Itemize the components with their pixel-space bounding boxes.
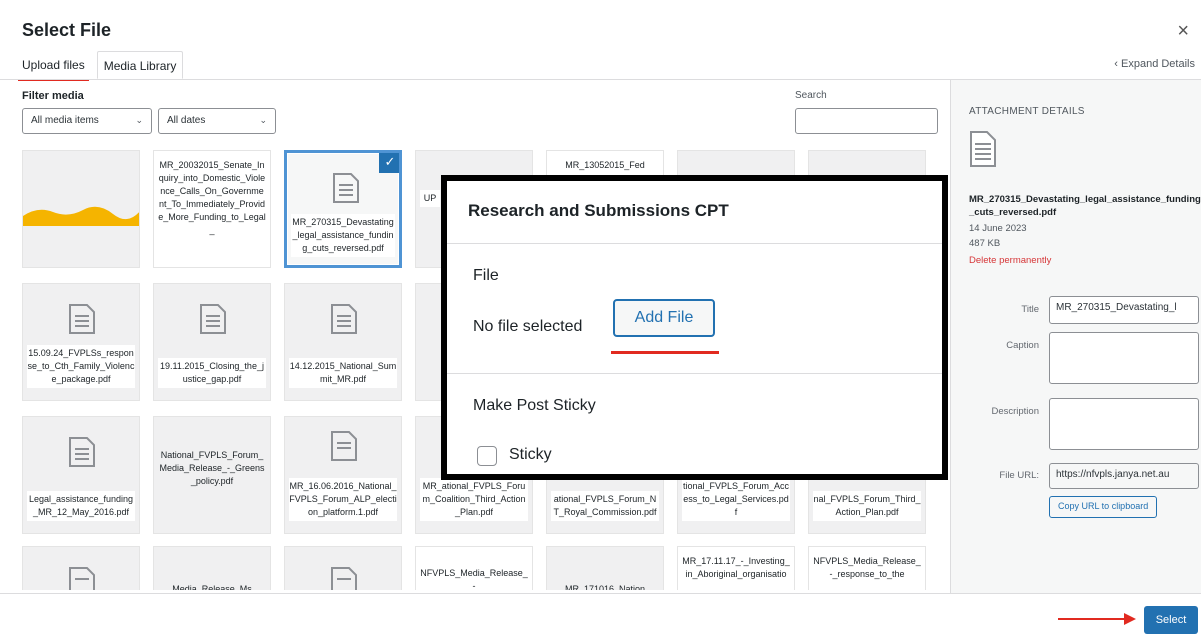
date-value: All dates [167, 115, 206, 126]
research-submissions-panel: Research and Submissions CPT File No fil… [441, 175, 948, 480]
title-label: Title [1021, 304, 1039, 315]
highlight-underline [611, 351, 719, 354]
media-item-filename: MR_16.06.2016_National_FVPLS_Forum_ALP_e… [289, 478, 397, 521]
search-input[interactable] [795, 108, 938, 134]
close-icon[interactable]: × [1177, 20, 1189, 43]
copy-url-button[interactable]: Copy URL to clipboard [1049, 496, 1158, 518]
arrow-annotation-icon [1058, 613, 1136, 625]
media-item-filename: MR_171016_Nation [564, 584, 646, 590]
description-label: Description [991, 406, 1039, 417]
file-section-label: File [473, 267, 499, 284]
document-icon [200, 304, 226, 334]
filter-media-label: Filter media [22, 90, 84, 102]
media-item-filename: ational_FVPLS_Forum_NT_Royal_Commission.… [551, 491, 659, 521]
media-item[interactable]: MR_17.11.17_-_Investing_in_Aboriginal_or… [677, 546, 795, 590]
no-file-selected-text: No file selected [473, 318, 583, 335]
media-item[interactable]: National_FVPLS_Forum_Media_Release_-_Gre… [153, 416, 271, 534]
panel-divider [447, 373, 942, 374]
media-item-filename: 14.12.2015_National_Summit_MR.pdf [289, 358, 397, 388]
title-field[interactable]: MR_270315_Devastating_l [1049, 296, 1199, 324]
media-item[interactable]: 14.12.2015_National_Summit_MR.pdf [284, 283, 402, 401]
chevron-down-icon: ⌄ [135, 115, 143, 125]
media-item[interactable]: MR_16.06.2016_National_FVPLS_Forum_ALP_e… [284, 416, 402, 534]
document-icon [69, 304, 95, 334]
media-item-filename: 19.11.2015_Closing_the_justice_gap.pdf [158, 358, 266, 388]
attachment-date: 14 June 2023 [969, 223, 1027, 234]
document-icon [331, 567, 357, 590]
checkmark-icon[interactable]: ✓ [379, 153, 399, 173]
caption-field[interactable] [1049, 332, 1199, 384]
delete-permanently-link[interactable]: Delete permanently [969, 255, 1051, 266]
media-item[interactable]: NFVPLS_Media_Release_-_response_to_the [808, 546, 926, 590]
document-icon [970, 131, 996, 167]
tab-upload-files[interactable]: Upload files [16, 51, 91, 81]
document-icon [331, 431, 357, 461]
caption-label: Caption [1006, 340, 1039, 351]
media-item[interactable]: MR_171016_Nation [546, 546, 664, 590]
media-item[interactable] [22, 150, 140, 268]
file-url-field[interactable]: https://nfvpls.janya.net.au [1049, 463, 1199, 489]
document-icon [69, 567, 95, 590]
media-item[interactable]: MR_20032015_Senate_Inquiry_into_Domestic… [153, 150, 271, 268]
media-item-filename: Media_Release_Ms [172, 584, 252, 590]
media-item-filename: NFVPLS_Media_Release_-_response_to_the [813, 556, 921, 579]
add-file-button[interactable]: Add File [613, 299, 715, 337]
attachment-details-heading: ATTACHMENT DETAILS [969, 106, 1085, 117]
media-item-selected[interactable]: MR_270315_Devastating_legal_assistance_f… [284, 150, 402, 268]
panel-divider [447, 243, 942, 244]
media-item[interactable]: NFVPLS_Media_Release_- [415, 546, 533, 590]
media-item[interactable]: 15.09.24_FVPLSs_response_to_Cth_Family_V… [22, 283, 140, 401]
sticky-checkbox[interactable] [477, 446, 497, 466]
sticky-checkbox-label[interactable]: Sticky [509, 446, 552, 464]
chevron-down-icon: ⌄ [259, 115, 267, 125]
media-item-filename: MR_270315_Devastating_legal_assistance_f… [291, 214, 395, 257]
media-type-select[interactable]: All media items ⌄ [22, 108, 152, 134]
image-thumbnail-graphic [23, 206, 139, 226]
media-item[interactable]: Legal_assistance_funding_MR_12_May_2016.… [22, 416, 140, 534]
date-select[interactable]: All dates ⌄ [158, 108, 276, 134]
modal-title: Select File [22, 20, 112, 40]
media-item-filename: NFVPLS_Media_Release_- [420, 568, 528, 590]
media-tabs: Upload files Media Library [16, 51, 189, 81]
media-item-filename: tional_FVPLS_Forum_Access_to_Legal_Servi… [682, 478, 790, 521]
media-item[interactable] [284, 546, 402, 590]
media-item-filename: MR_17.11.17_-_Investing_in_Aboriginal_or… [682, 556, 790, 579]
document-icon [331, 304, 357, 334]
media-item-filename: MR_ational_FVPLS_Forum_Coalition_Third_A… [420, 478, 528, 521]
file-url-label: File URL: [999, 470, 1039, 481]
panel-title: Research and Submissions CPT [468, 201, 729, 220]
tab-media-library[interactable]: Media Library [96, 51, 184, 79]
document-icon [69, 437, 95, 467]
make-post-sticky-label: Make Post Sticky [473, 397, 596, 414]
media-item[interactable] [22, 546, 140, 590]
document-icon [333, 173, 359, 203]
attachment-details-panel: ATTACHMENT DETAILS MR_270315_Devastating… [950, 80, 1201, 593]
media-item-filename: MR_13052015_Fed [565, 160, 645, 170]
media-item-filename: UP [420, 190, 440, 207]
select-button[interactable]: Select [1144, 606, 1198, 634]
footer-divider [0, 593, 1201, 594]
media-item[interactable]: Media_Release_Ms [153, 546, 271, 590]
attachment-filename: MR_270315_Devastating_legal_assistance_f… [969, 194, 1201, 218]
media-type-value: All media items [31, 115, 99, 126]
media-item-filename: 15.09.24_FVPLSs_response_to_Cth_Family_V… [27, 345, 135, 388]
media-item-filename: MR_20032015_Senate_Inquiry_into_Domestic… [158, 160, 266, 235]
media-item-filename: National_FVPLS_Forum_Media_Release_-_Gre… [159, 450, 265, 486]
search-label: Search [795, 90, 827, 101]
expand-details-link[interactable]: ‹ Expand Details [1114, 58, 1195, 70]
media-item-filename: Legal_assistance_funding_MR_12_May_2016.… [27, 491, 135, 521]
media-item[interactable]: 19.11.2015_Closing_the_justice_gap.pdf [153, 283, 271, 401]
attachment-size: 487 KB [969, 238, 1001, 249]
description-field[interactable] [1049, 398, 1199, 450]
media-item-filename: nal_FVPLS_Forum_Third_Action_Plan.pdf [813, 491, 921, 521]
